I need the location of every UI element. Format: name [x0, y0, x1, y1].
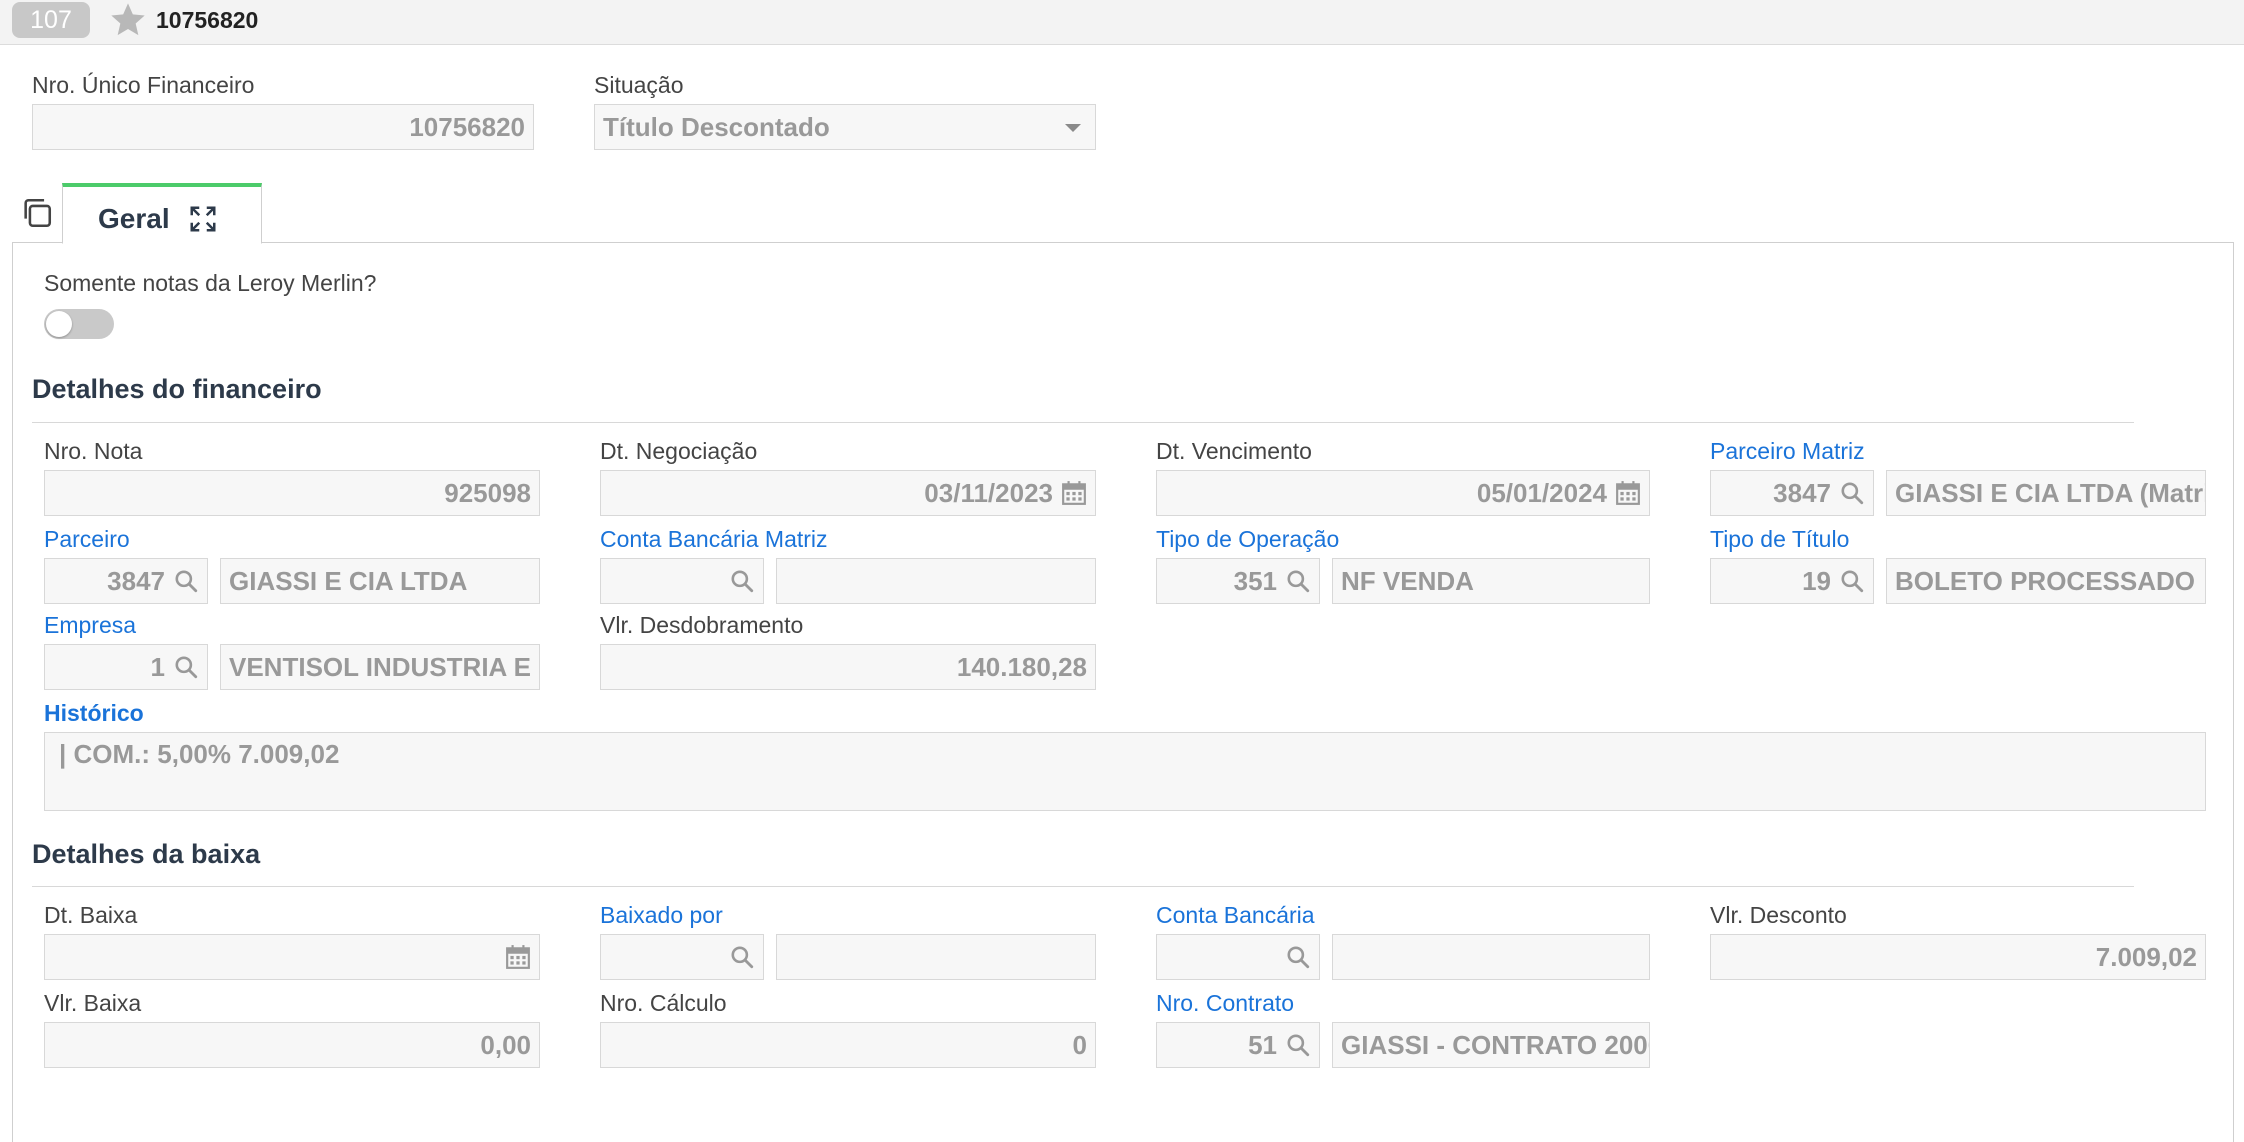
- empresa-code: 1: [150, 652, 165, 682]
- leroy-toggle-label: Somente notas da Leroy Merlin?: [44, 270, 377, 296]
- tipo-operacao-code: 351: [1233, 566, 1277, 596]
- leroy-toggle[interactable]: [44, 309, 114, 339]
- parceiro-name: GIASSI E CIA LTDA: [229, 566, 468, 596]
- vlr-desconto-value: 7.009,02: [2095, 942, 2197, 972]
- situacao-label: Situação: [594, 72, 684, 98]
- search-icon[interactable]: [173, 568, 199, 594]
- parceiro-matriz-code: 3847: [1773, 478, 1831, 508]
- empresa-name: VENTISOL INDUSTRIA E: [229, 652, 531, 682]
- section-detalhes-financeiro: Detalhes do financeiro: [32, 374, 322, 404]
- tab-geral-label: Geral: [98, 203, 170, 234]
- conta-matriz-code-field[interactable]: [600, 558, 764, 604]
- search-icon[interactable]: [1839, 480, 1865, 506]
- section-divider: [32, 422, 2134, 423]
- baixado-por-label[interactable]: Baixado por: [600, 901, 723, 929]
- conta-matriz-label[interactable]: Conta Bancária Matriz: [600, 525, 828, 553]
- parceiro-label[interactable]: Parceiro: [44, 525, 130, 553]
- nro-contrato-name-field[interactable]: GIASSI - CONTRATO 2000: [1332, 1022, 1650, 1068]
- situacao-select[interactable]: Título Descontado: [594, 104, 1096, 150]
- record-counter-badge: 107: [12, 2, 90, 38]
- parceiro-name-field[interactable]: GIASSI E CIA LTDA: [220, 558, 540, 604]
- conta-bancaria-label[interactable]: Conta Bancária: [1156, 901, 1315, 929]
- search-icon[interactable]: [1285, 568, 1311, 594]
- nro-nota-field[interactable]: 925098: [44, 470, 540, 516]
- dt-baixa-field[interactable]: [44, 934, 540, 980]
- vlr-desconto-label: Vlr. Desconto: [1710, 902, 1847, 928]
- section-detalhes-baixa: Detalhes da baixa: [32, 839, 261, 869]
- vlr-desdobramento-label: Vlr. Desdobramento: [600, 612, 804, 638]
- tipo-titulo-code: 19: [1802, 566, 1831, 596]
- parceiro-code-field[interactable]: 3847: [44, 558, 208, 604]
- vlr-desconto-field[interactable]: 7.009,02: [1710, 934, 2206, 980]
- chevron-down-icon: [1065, 124, 1081, 132]
- search-icon[interactable]: [729, 568, 755, 594]
- record-id-title: 10756820: [156, 7, 259, 33]
- historico-label[interactable]: Histórico: [44, 699, 144, 727]
- dt-vencimento-label: Dt. Vencimento: [1156, 438, 1312, 464]
- nro-calculo-value: 0: [1072, 1030, 1087, 1060]
- copy-icon[interactable]: [20, 196, 54, 230]
- nro-contrato-code-field[interactable]: 51: [1156, 1022, 1320, 1068]
- dt-vencimento-field[interactable]: 05/01/2024: [1156, 470, 1650, 516]
- nro-calculo-label: Nro. Cálculo: [600, 990, 727, 1016]
- search-icon[interactable]: [729, 944, 755, 970]
- nro-unico-value: 10756820: [409, 112, 525, 142]
- empresa-label[interactable]: Empresa: [44, 611, 136, 639]
- dt-negociacao-label: Dt. Negociação: [600, 438, 758, 464]
- record-header-bar: [0, 0, 2244, 45]
- conta-bancaria-code-field[interactable]: [1156, 934, 1320, 980]
- empresa-code-field[interactable]: 1: [44, 644, 208, 690]
- baixado-por-name-field[interactable]: [776, 934, 1096, 980]
- star-icon[interactable]: [108, 0, 148, 40]
- dt-negociacao-value: 03/11/2023: [924, 478, 1053, 508]
- nro-nota-value: 925098: [444, 478, 531, 508]
- historico-textarea[interactable]: [44, 732, 2206, 811]
- calendar-icon[interactable]: [1061, 480, 1087, 506]
- section-divider: [32, 886, 2134, 887]
- vlr-baixa-field[interactable]: 0,00: [44, 1022, 540, 1068]
- tipo-titulo-code-field[interactable]: 19: [1710, 558, 1874, 604]
- nro-unico-label: Nro. Único Financeiro: [32, 72, 255, 98]
- nro-contrato-name: GIASSI - CONTRATO 2000: [1341, 1030, 1650, 1060]
- search-icon[interactable]: [1285, 1032, 1311, 1058]
- tipo-operacao-name: NF VENDA: [1341, 566, 1474, 596]
- parceiro-matriz-name-field[interactable]: GIASSI E CIA LTDA (Matriz): [1886, 470, 2206, 516]
- dt-negociacao-field[interactable]: 03/11/2023: [600, 470, 1096, 516]
- nro-contrato-code: 51: [1248, 1030, 1277, 1060]
- tipo-titulo-label[interactable]: Tipo de Título: [1710, 525, 1849, 553]
- dt-baixa-label: Dt. Baixa: [44, 902, 138, 928]
- search-icon[interactable]: [1839, 568, 1865, 594]
- search-icon[interactable]: [173, 654, 199, 680]
- vlr-desdobramento-field[interactable]: 140.180,28: [600, 644, 1096, 690]
- baixado-por-code-field[interactable]: [600, 934, 764, 980]
- tipo-titulo-name-field[interactable]: BOLETO PROCESSADO: [1886, 558, 2206, 604]
- tab-panel: [12, 242, 2234, 1142]
- situacao-value: Título Descontado: [603, 112, 830, 142]
- nro-contrato-label[interactable]: Nro. Contrato: [1156, 989, 1294, 1017]
- calendar-icon[interactable]: [1615, 480, 1641, 506]
- parceiro-matriz-label[interactable]: Parceiro Matriz: [1710, 437, 1865, 465]
- parceiro-matriz-code-field[interactable]: 3847: [1710, 470, 1874, 516]
- calendar-icon[interactable]: [505, 944, 531, 970]
- dt-vencimento-value: 05/01/2024: [1476, 478, 1607, 508]
- tipo-operacao-label[interactable]: Tipo de Operação: [1156, 525, 1339, 553]
- parceiro-code: 3847: [107, 566, 165, 596]
- toggle-knob: [46, 311, 72, 337]
- nro-calculo-field[interactable]: 0: [600, 1022, 1096, 1068]
- expand-icon[interactable]: [188, 204, 218, 234]
- tipo-operacao-name-field[interactable]: NF VENDA: [1332, 558, 1650, 604]
- tipo-titulo-name: BOLETO PROCESSADO: [1895, 566, 2196, 596]
- conta-matriz-name-field[interactable]: [776, 558, 1096, 604]
- vlr-baixa-value: 0,00: [480, 1030, 531, 1060]
- nro-unico-field[interactable]: 10756820: [32, 104, 534, 150]
- vlr-desdobramento-value: 140.180,28: [956, 652, 1087, 682]
- vlr-baixa-label: Vlr. Baixa: [44, 990, 142, 1016]
- search-icon[interactable]: [1285, 944, 1311, 970]
- nro-nota-label: Nro. Nota: [44, 438, 143, 464]
- empresa-name-field[interactable]: VENTISOL INDUSTRIA E: [220, 644, 540, 690]
- conta-bancaria-name-field[interactable]: [1332, 934, 1650, 980]
- parceiro-matriz-name: GIASSI E CIA LTDA (Matriz): [1895, 478, 2206, 508]
- tipo-operacao-code-field[interactable]: 351: [1156, 558, 1320, 604]
